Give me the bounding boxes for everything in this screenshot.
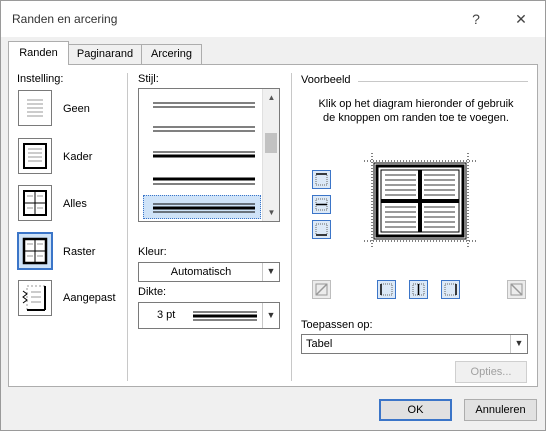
diagonal-up-button[interactable] [507,280,526,299]
border-top-button[interactable] [312,170,331,189]
title-bar: Randen en arcering ? ✕ [1,1,545,37]
border-inside-horizontal-button[interactable] [312,195,331,214]
preview-separator [358,81,528,82]
chevron-down-icon: ▼ [510,335,527,353]
scroll-up-icon[interactable]: ▲ [263,89,279,106]
style-item-3[interactable] [143,143,261,167]
divider-right [291,73,292,381]
dialog: Randen en arcering ? ✕ Randen Paginarand… [0,0,546,431]
ok-button[interactable]: OK [379,399,452,421]
setting-all-icon[interactable] [18,185,52,221]
help-button[interactable]: ? [461,7,491,31]
divider-left [127,73,128,381]
chevron-down-icon: ▼ [262,263,279,281]
scroll-down-icon[interactable]: ▼ [263,204,279,221]
color-value: Automatisch [170,266,232,278]
setting-custom-icon[interactable] [18,280,52,316]
border-bottom-button[interactable] [312,220,331,239]
style-list[interactable]: ▲ ▼ [138,88,280,222]
tab-randen[interactable]: Randen [8,41,69,65]
border-inside-vertical-button[interactable] [409,280,428,299]
style-scrollbar[interactable]: ▲ ▼ [262,89,279,221]
style-item-1[interactable] [143,93,261,117]
tab-arcering[interactable]: Arcering [141,44,202,64]
chevron-down-icon: ▼ [262,303,279,328]
setting-label: Instelling: [17,73,64,85]
style-item-4[interactable] [143,169,261,193]
width-select[interactable]: 3 pt ▼ [138,302,280,329]
preview-diagram[interactable] [364,153,476,249]
tab-arcering-label: Arcering [151,48,192,60]
style-item-selected[interactable] [143,195,261,219]
width-label: Dikte: [138,286,167,298]
style-label: Stijl: [138,73,159,85]
preview-label: Voorbeeld [301,74,351,86]
setting-grid-icon[interactable] [17,232,53,270]
setting-custom-label[interactable]: Aangepast [63,292,116,304]
setting-grid-label[interactable]: Raster [63,246,95,258]
setting-box-icon[interactable] [18,138,52,174]
width-value: 3 pt [157,309,176,321]
tab-paginarand-label: Paginarand [76,48,134,60]
setting-all-label[interactable]: Alles [63,198,87,210]
setting-none-icon[interactable] [18,90,52,126]
color-label: Kleur: [138,246,167,258]
options-button[interactable]: Opties... [455,361,527,383]
border-right-button[interactable] [441,280,460,299]
cancel-button[interactable]: Annuleren [464,399,537,421]
setting-none-label[interactable]: Geen [63,103,90,115]
diagonal-down-button[interactable] [312,280,331,299]
style-item-2[interactable] [143,117,261,141]
window-title: Randen en arcering [12,12,118,26]
width-line-sample [193,311,257,321]
color-select[interactable]: Automatisch ▼ [138,262,280,282]
apply-to-select[interactable]: Tabel ▼ [301,334,528,354]
setting-box-label[interactable]: Kader [63,151,92,163]
apply-to-value: Tabel [306,338,333,350]
tab-paginarand[interactable]: Paginarand [68,44,142,64]
apply-to-label: Toepassen op: [301,319,373,331]
scroll-thumb[interactable] [265,133,277,153]
tab-randen-label: Randen [19,47,58,59]
preview-description: Klik op het diagram hieronder of gebruik… [318,98,514,124]
close-button[interactable]: ✕ [506,7,536,31]
border-left-button[interactable] [377,280,396,299]
